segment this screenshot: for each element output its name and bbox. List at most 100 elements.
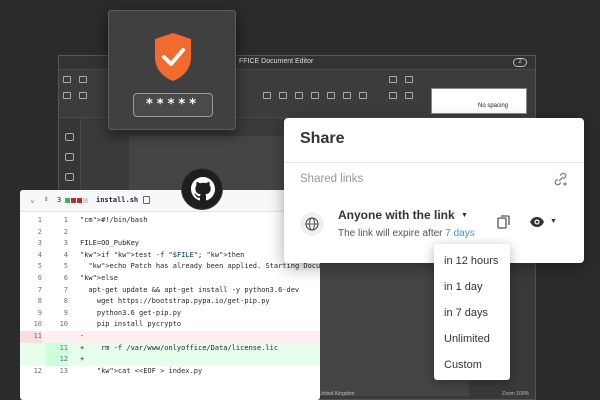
old-line-number[interactable]: 3 (20, 238, 42, 250)
diff-line: 77 apt-get update && apt-get install -y … (20, 285, 320, 297)
mail-merge-icon[interactable] (405, 92, 413, 99)
eye-icon[interactable] (529, 216, 545, 228)
expiry-option-7-days[interactable]: in 7 days (434, 300, 510, 326)
new-line-number[interactable]: 4 (46, 250, 68, 262)
access-caret-icon[interactable]: ▼ (461, 212, 468, 219)
diff-stat-bars (65, 197, 89, 205)
old-line-number[interactable]: 2 (20, 227, 42, 239)
align-left-icon[interactable] (263, 92, 271, 99)
old-line-number[interactable]: 10 (20, 319, 42, 331)
cut-icon[interactable] (79, 76, 87, 83)
link-expiry-text: The link will expire after 7 days (338, 228, 475, 239)
code-text: wget https://bootstrap.pypa.io/get-pip.p… (80, 297, 270, 306)
shading-icon[interactable] (359, 92, 367, 99)
old-line-number[interactable]: 4 (20, 250, 42, 262)
old-line-number[interactable]: 1 (20, 215, 42, 227)
new-line-number[interactable]: 1 (46, 215, 68, 227)
new-line-number[interactable]: 7 (46, 285, 68, 297)
diff-line: 12 + (20, 354, 320, 366)
chat-icon[interactable] (65, 173, 74, 181)
format-painter-icon[interactable] (79, 92, 87, 99)
paragraph-icon[interactable] (343, 92, 351, 99)
diff-change-count: 3 (57, 196, 62, 204)
diff-line: 11 - (20, 330, 320, 343)
collapse-chevron-icon[interactable]: ⌄ (30, 195, 35, 204)
code-text: apt-get update && apt-get install -y pyt… (80, 285, 300, 294)
diff-line: 10 10 pip install pycrypto (20, 319, 320, 331)
link-access-select[interactable]: Anyone with the link (338, 208, 455, 222)
diff-line: 22 (20, 227, 320, 239)
old-line-number[interactable]: 7 (20, 285, 42, 297)
diff-line: 1 1 "cm">#!/bin/bash (20, 215, 320, 227)
new-line-number[interactable]: 8 (46, 296, 68, 308)
paste-icon[interactable] (63, 92, 71, 99)
comments-icon[interactable] (65, 153, 74, 161)
copy-style-icon[interactable] (405, 76, 413, 83)
add-link-icon[interactable] (554, 172, 568, 186)
line-spacing-icon[interactable] (327, 92, 335, 99)
share-divider (284, 162, 584, 163)
code-diff-panel: ⌄ ⇕ 3 install.sh 1 1 "cm">#!/bin/bash 2 2 3 3 F… (20, 190, 320, 400)
align-center-icon[interactable] (279, 92, 287, 99)
code-text: "kw">echo Patch has already been applied… (88, 262, 320, 271)
code-text: "kw">else (80, 273, 118, 282)
expiry-prefix: The link will expire after (338, 228, 443, 239)
editor-user-badge[interactable]: 2 (513, 58, 527, 67)
code-text: - (80, 331, 85, 340)
shared-links-label: Shared links (300, 173, 364, 185)
new-line-number[interactable]: 12 (46, 354, 68, 366)
new-line-number[interactable]: 11 (46, 342, 68, 355)
github-badge (181, 168, 223, 210)
diff-filename[interactable]: install.sh (96, 196, 138, 204)
expiry-option-12-hours[interactable]: in 12 hours (434, 248, 510, 274)
status-zoom[interactable]: Zoom 100% (502, 391, 529, 397)
copy-path-icon[interactable] (143, 196, 150, 204)
clear-style-icon[interactable] (389, 76, 397, 83)
diff-line: 55 "kw">echo Patch has already been appl… (20, 261, 320, 273)
expiry-option-custom[interactable]: Custom (434, 352, 510, 378)
code-text: FILE=OO_PubKey (80, 239, 140, 248)
code-text: python3.6 get-pip.py (80, 308, 182, 317)
old-line-number[interactable]: 12 (20, 366, 42, 378)
align-right-icon[interactable] (295, 92, 303, 99)
globe-icon-wrap (300, 212, 324, 236)
editor-title: FFICE Document Editor (239, 58, 314, 65)
diff-line: 3 3 FILE=OO_PubKey (20, 238, 320, 250)
expiry-link[interactable]: 7 days (445, 228, 474, 239)
old-line-number[interactable]: 5 (20, 261, 42, 273)
insert-icon[interactable] (389, 92, 397, 99)
shield-check-icon (155, 33, 191, 81)
copy-link-icon[interactable] (497, 215, 510, 229)
expand-lines-icon[interactable]: ⇕ (44, 194, 49, 203)
code-text: "kw">cat <<EOF > index.py (96, 366, 203, 375)
old-line-number[interactable]: 9 (20, 308, 42, 320)
new-line-number[interactable]: 3 (46, 238, 68, 250)
justify-icon[interactable] (311, 92, 319, 99)
code-text: "cm">#!/bin/bash (80, 216, 148, 224)
new-line-number[interactable]: 6 (46, 273, 68, 285)
new-line-number[interactable]: 13 (46, 366, 68, 378)
share-title: Share (300, 130, 345, 147)
expiry-dropdown-menu: in 12 hours in 1 day in 7 days Unlimited… (434, 244, 510, 380)
old-line-number[interactable]: 6 (20, 273, 42, 285)
code-text: "kw">if "kw">test -f "$FILE"; "kw">then (80, 250, 245, 259)
new-line-number[interactable]: 10 (46, 319, 68, 331)
old-line-number[interactable]: 11 (20, 330, 42, 343)
search-icon[interactable] (65, 133, 74, 141)
share-panel: Share Shared links Anyone with the link … (284, 118, 584, 263)
new-line-number[interactable]: 5 (46, 261, 68, 273)
diff-file-header: ⌄ ⇕ 3 install.sh (20, 190, 320, 212)
expiry-option-unlimited[interactable]: Unlimited (434, 326, 510, 352)
status-language[interactable]: United Kingdom (319, 391, 355, 397)
paragraph-style-gallery[interactable]: No spacing (431, 88, 527, 114)
copy-icon[interactable] (63, 76, 71, 83)
permission-caret-icon[interactable]: ▼ (550, 218, 557, 225)
old-line-number[interactable]: 8 (20, 296, 42, 308)
new-line-number[interactable]: 9 (46, 308, 68, 320)
diff-line: 11 + rm -f /var/www/onlyoffice/Data/licen… (20, 342, 320, 355)
expiry-option-1-day[interactable]: in 1 day (434, 274, 510, 300)
password-field[interactable]: ***** (133, 93, 213, 117)
style-no-spacing[interactable]: No spacing (478, 103, 508, 109)
github-icon (191, 177, 215, 201)
new-line-number[interactable]: 2 (46, 227, 68, 239)
